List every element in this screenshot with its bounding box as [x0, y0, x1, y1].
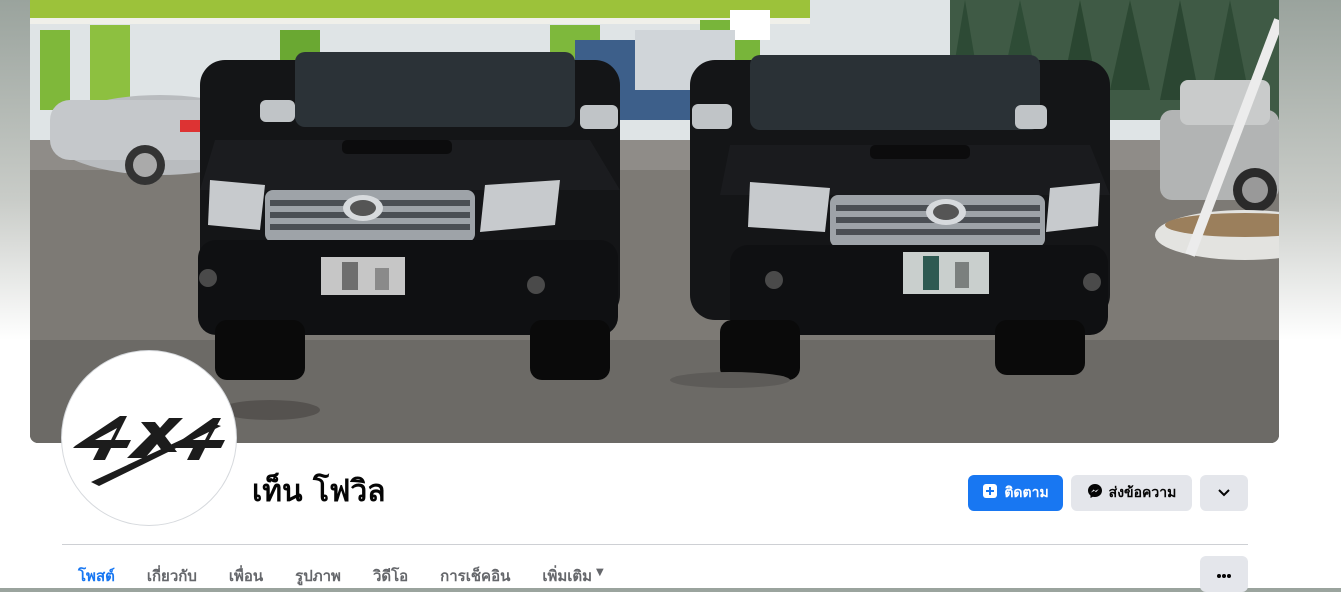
plus-square-icon: [982, 483, 998, 503]
profile-tabs: โพสต์ เกี่ยวกับ เพื่อน รูปภาพ วิดีโอ การ…: [62, 556, 620, 588]
tab-photos[interactable]: รูปภาพ: [279, 556, 357, 588]
tab-videos[interactable]: วิดีโอ: [357, 556, 424, 588]
tab-label: เพิ่มเติม: [542, 567, 593, 585]
tab-checkins[interactable]: การเช็คอิน: [424, 556, 526, 588]
send-message-label: ส่งข้อความ: [1108, 485, 1177, 501]
tab-overflow-button[interactable]: [1200, 556, 1248, 592]
tab-label: เกี่ยวกับ: [146, 567, 197, 585]
profile-avatar[interactable]: [62, 351, 236, 525]
tab-friends[interactable]: เพื่อน: [213, 556, 279, 588]
caret-down-icon: ▼: [596, 567, 604, 578]
follow-label: ติดตาม: [1004, 485, 1049, 501]
chevron-down-icon: [1218, 485, 1230, 501]
tab-label: โพสต์: [78, 567, 115, 585]
send-message-button[interactable]: ส่งข้อความ: [1071, 475, 1192, 511]
profile-options-button[interactable]: [1200, 475, 1248, 511]
avatar-logo: [65, 354, 233, 522]
tab-label: การเช็คอิน: [440, 567, 511, 585]
messenger-icon: [1087, 483, 1103, 503]
tab-label: วิดีโอ: [372, 567, 409, 585]
ellipsis-icon: [1216, 564, 1232, 583]
tab-label: เพื่อน: [228, 567, 264, 585]
tab-about[interactable]: เกี่ยวกับ: [131, 556, 213, 588]
tab-more[interactable]: เพิ่มเติม ▼: [526, 556, 619, 588]
tab-label: รูปภาพ: [295, 567, 341, 585]
profile-name: เท็น โฟวิล: [252, 474, 386, 509]
header-divider: [62, 544, 1248, 545]
follow-button[interactable]: ติดตาม: [968, 475, 1063, 511]
cover-photo[interactable]: [30, 0, 1279, 443]
tab-posts[interactable]: โพสต์: [62, 556, 131, 588]
